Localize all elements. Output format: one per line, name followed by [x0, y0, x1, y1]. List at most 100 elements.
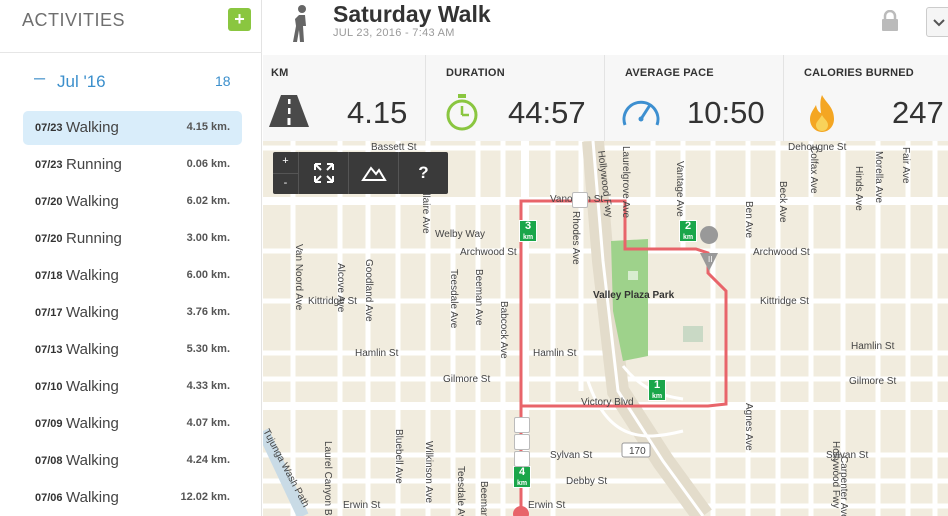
fullscreen-button[interactable] — [299, 152, 349, 194]
activity-item[interactable]: 07/23 Walking 4.15 km. — [23, 111, 242, 145]
km-marker[interactable]: 4 km — [513, 466, 531, 488]
highway-shield-label: 170 — [629, 446, 646, 457]
street-label: Debby St — [566, 476, 607, 487]
activity-date: 07/17 — [35, 307, 63, 319]
km-marker[interactable]: 2 km — [679, 220, 697, 242]
street-label: Laurel Canyon Blvd — [322, 441, 333, 516]
street-label: Bluebell Ave — [393, 429, 404, 484]
km-marker-number: 2 — [684, 220, 692, 232]
km-marker-number: 1 — [653, 379, 661, 391]
street-label: Teesdale Ave — [448, 269, 459, 329]
zoom-controls: + - — [273, 152, 299, 194]
km-marker-unit: km — [516, 480, 528, 487]
activity-date: 07/23 — [35, 122, 63, 134]
street-label: Babcock Ave — [498, 301, 509, 359]
activity-distance: 5.30 km. — [186, 343, 230, 355]
map-controls: + - ? — [273, 152, 448, 194]
activity-date: 07/06 — [35, 492, 63, 504]
help-button[interactable]: ? — [399, 152, 448, 194]
photo-marker-icon[interactable] — [514, 451, 530, 467]
map-canvas[interactable]: Bassett St Dehougne St Vanowen St Archwo… — [263, 141, 948, 516]
activity-type: Running — [66, 230, 122, 247]
month-group-header[interactable]: – Jul '16 18 — [0, 54, 262, 104]
activity-item[interactable]: 07/18 Walking 6.00 km. — [23, 259, 242, 293]
activity-distance: 0.06 km. — [186, 158, 230, 170]
add-activity-button[interactable]: + — [228, 8, 251, 31]
street-label: Alcove Ave — [335, 263, 346, 313]
street-label: Beeman Ave — [473, 269, 484, 326]
km-marker-number: 3 — [524, 220, 532, 232]
activity-item[interactable]: 07/09 Walking 4.07 km. — [23, 407, 242, 441]
activity-distance: 12.02 km. — [180, 491, 230, 503]
activity-date: 07/20 — [35, 196, 63, 208]
activity-item[interactable]: 07/13 Walking 5.30 km. — [23, 333, 242, 367]
stat-distance: KM 4.15 — [263, 55, 426, 141]
street-label: Sylvan St — [550, 450, 592, 461]
options-dropdown-button[interactable] — [926, 7, 948, 37]
stat-label: AVERAGE PACE — [625, 67, 714, 79]
activity-distance: 4.07 km. — [186, 417, 230, 429]
activity-date: 07/18 — [35, 270, 63, 282]
park-label: Valley Plaza Park — [593, 290, 675, 301]
street-label: Tujunga Wash Path — [263, 427, 311, 509]
street-label: Hamlin St — [533, 348, 577, 359]
expand-icon — [314, 163, 334, 183]
activity-item[interactable]: 07/08 Walking 4.24 km. — [23, 444, 242, 478]
activity-item[interactable]: 07/10 Walking 4.33 km. — [23, 370, 242, 404]
stat-calories: CALORIES BURNED 247 — [784, 55, 948, 141]
activity-item[interactable]: 07/23 Running 0.06 km. — [23, 148, 242, 182]
sidebar-title: ACTIVITIES — [22, 10, 126, 30]
activity-date: 07/09 — [35, 418, 63, 430]
activity-item[interactable]: 07/20 Running 3.00 km. — [23, 222, 242, 256]
street-label: Vantage Ave — [674, 161, 685, 217]
photo-marker-icon[interactable] — [514, 434, 530, 450]
activity-type: Walking — [66, 304, 119, 321]
activity-distance: 3.00 km. — [186, 232, 230, 244]
activity-distance: 4.15 km. — [186, 121, 230, 133]
activity-item[interactable]: 07/17 Walking 3.76 km. — [23, 296, 242, 330]
km-marker-unit: km — [522, 234, 534, 241]
street-label: Welby Way — [435, 229, 485, 240]
stat-pace: AVERAGE PACE 10:50 — [605, 55, 784, 141]
street-label: Van Noord Ave — [293, 244, 304, 311]
svg-text:II: II — [708, 255, 712, 264]
terrain-button[interactable] — [349, 152, 399, 194]
activity-date: 07/10 — [35, 381, 63, 393]
km-marker[interactable]: 1 km — [648, 379, 666, 401]
activity-distance: 4.24 km. — [186, 454, 230, 466]
activity-date: 07/20 — [35, 233, 63, 245]
route-map[interactable]: Bassett St Dehougne St Vanowen St Archwo… — [263, 141, 948, 516]
activity-item[interactable]: 07/20 Walking 6.02 km. — [23, 185, 242, 219]
activity-type: Walking — [66, 415, 119, 432]
zoom-in-button[interactable]: + — [273, 152, 298, 174]
km-marker-number: 4 — [518, 466, 526, 478]
activity-distance: 4.33 km. — [186, 380, 230, 392]
month-label: Jul '16 — [57, 72, 106, 91]
month-count: 18 — [215, 73, 231, 89]
street-label: Wilkinson Ave — [423, 441, 434, 504]
street-label: Agnes Ave — [743, 403, 754, 451]
street-label: Kittridge St — [308, 296, 357, 307]
stats-bar: KM 4.15 DURATION 44:57 AVERAGE PACE 10:5… — [263, 55, 948, 142]
chevron-down-icon — [933, 19, 945, 27]
activity-date: 07/08 — [35, 455, 63, 467]
street-label: Fair Ave — [900, 147, 911, 184]
stat-label: CALORIES BURNED — [804, 67, 914, 79]
photo-marker-icon[interactable] — [572, 192, 588, 208]
street-label: Hinds Ave — [853, 166, 864, 211]
street-label: Erwin St — [343, 500, 380, 511]
activity-title: Saturday Walk — [333, 1, 491, 27]
street-label: Morella Ave — [873, 151, 884, 204]
stat-value: 4.15 — [347, 95, 408, 130]
stat-value: 10:50 — [687, 95, 765, 130]
collapse-icon[interactable]: – — [34, 67, 45, 90]
activity-header: Saturday Walk JUL 23, 2016 - 7:43 AM — [263, 0, 948, 56]
lock-icon[interactable] — [880, 10, 900, 32]
stat-label: KM — [271, 67, 289, 79]
photo-marker-icon[interactable] — [514, 417, 530, 433]
zoom-out-button[interactable]: - — [273, 174, 298, 194]
activity-item[interactable]: 07/06 Walking 12.02 km. — [23, 481, 242, 515]
km-marker-unit: km — [682, 234, 694, 241]
km-marker[interactable]: 3 km — [519, 220, 537, 242]
street-label: Beeman Ave — [478, 481, 489, 516]
